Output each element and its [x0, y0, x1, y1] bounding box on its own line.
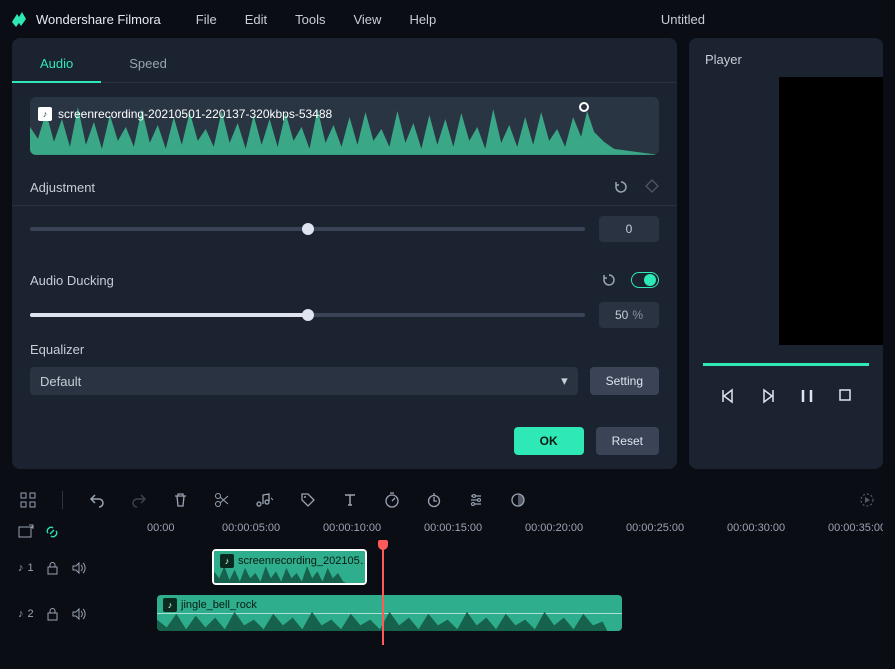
- reset-icon[interactable]: [601, 272, 617, 288]
- stop-icon[interactable]: [838, 388, 852, 404]
- audio-panel: Audio Speed ♪ screenrecording-20210501-2…: [12, 38, 677, 469]
- music-note-icon: ♪: [18, 608, 24, 620]
- mute-icon[interactable]: [71, 607, 86, 621]
- ok-button[interactable]: OK: [514, 427, 584, 455]
- undo-icon[interactable]: [89, 492, 105, 508]
- timer-icon[interactable]: [426, 492, 442, 508]
- playhead[interactable]: [382, 545, 384, 645]
- equalizer-title: Equalizer: [30, 342, 659, 357]
- main-menu: File Edit Tools View Help: [196, 12, 436, 27]
- adjustment-value[interactable]: 0: [599, 216, 659, 242]
- tab-speed[interactable]: Speed: [101, 46, 195, 82]
- player-viewport: [779, 77, 883, 345]
- add-track-icon[interactable]: [18, 524, 34, 540]
- menu-view[interactable]: View: [353, 12, 381, 27]
- panel-tabs: Audio Speed: [12, 46, 677, 83]
- waveform-preview[interactable]: ♪ screenrecording-20210501-220137-320kbp…: [30, 97, 659, 155]
- adjust-icon[interactable]: [468, 492, 484, 508]
- text-icon[interactable]: [342, 492, 358, 508]
- ducking-value[interactable]: 50%: [599, 302, 659, 328]
- equalizer-setting-button[interactable]: Setting: [590, 367, 659, 395]
- menu-file[interactable]: File: [196, 12, 217, 27]
- timeline-ruler[interactable]: 00:00 00:00:05:00 00:00:10:00 00:00:15:0…: [127, 519, 883, 545]
- tab-audio[interactable]: Audio: [12, 46, 101, 83]
- reset-icon[interactable]: [613, 179, 629, 195]
- grid-icon[interactable]: [20, 492, 36, 508]
- delete-icon[interactable]: [173, 492, 188, 508]
- adjustment-header[interactable]: Adjustment: [12, 169, 677, 206]
- chevron-down-icon: ▾: [561, 373, 568, 389]
- clip-1[interactable]: ♪screenrecording_202105…: [212, 549, 367, 585]
- timeline-toolbar: [12, 481, 883, 519]
- player-title: Player: [689, 50, 883, 77]
- diamond-icon[interactable]: [645, 179, 659, 195]
- music-note-icon: ♪: [163, 598, 177, 612]
- speed-icon[interactable]: [384, 492, 400, 508]
- app-logo-icon: [10, 10, 28, 28]
- ducking-title: Audio Ducking: [30, 273, 114, 288]
- reset-button[interactable]: Reset: [596, 427, 659, 455]
- tag-icon[interactable]: [300, 492, 316, 508]
- ducking-slider[interactable]: [30, 313, 585, 317]
- lock-icon[interactable]: [46, 561, 59, 575]
- menu-tools[interactable]: Tools: [295, 12, 325, 27]
- track-header-2: ♪2: [12, 591, 127, 637]
- document-title: Untitled: [661, 12, 705, 27]
- menu-help[interactable]: Help: [409, 12, 436, 27]
- timeline: ♪1 ♪2 00:00 00:00:05:00 00:00:10:00 00:0…: [0, 481, 895, 645]
- track-header-1: ♪1: [12, 545, 127, 591]
- music-note-icon: ♪: [38, 107, 52, 121]
- split-icon[interactable]: [214, 492, 230, 508]
- music-note-icon: ♪: [18, 562, 24, 574]
- ducking-toggle[interactable]: [631, 272, 659, 288]
- titlebar: Wondershare Filmora File Edit Tools View…: [0, 0, 895, 38]
- color-icon[interactable]: [510, 492, 526, 508]
- app-name: Wondershare Filmora: [36, 12, 161, 27]
- lock-icon[interactable]: [46, 607, 59, 621]
- pause-icon[interactable]: [800, 388, 814, 404]
- redo-icon[interactable]: [131, 492, 147, 508]
- music-edit-icon[interactable]: [256, 492, 274, 508]
- waveform-handle[interactable]: [579, 102, 589, 112]
- adjustment-slider[interactable]: [30, 227, 585, 231]
- clip-2[interactable]: ♪jingle_bell_rock: [157, 595, 622, 631]
- menu-edit[interactable]: Edit: [245, 12, 267, 27]
- mute-icon[interactable]: [71, 561, 86, 575]
- player-progress[interactable]: [703, 363, 869, 366]
- link-icon[interactable]: [44, 524, 60, 540]
- music-note-icon: ♪: [220, 554, 234, 568]
- render-icon[interactable]: [859, 492, 875, 508]
- waveform-label: ♪ screenrecording-20210501-220137-320kbp…: [38, 107, 332, 121]
- adjustment-title: Adjustment: [30, 180, 95, 195]
- equalizer-select[interactable]: Default ▾: [30, 367, 578, 395]
- play-icon[interactable]: [760, 388, 776, 404]
- prev-frame-icon[interactable]: [720, 388, 736, 404]
- player-panel: Player: [689, 38, 883, 469]
